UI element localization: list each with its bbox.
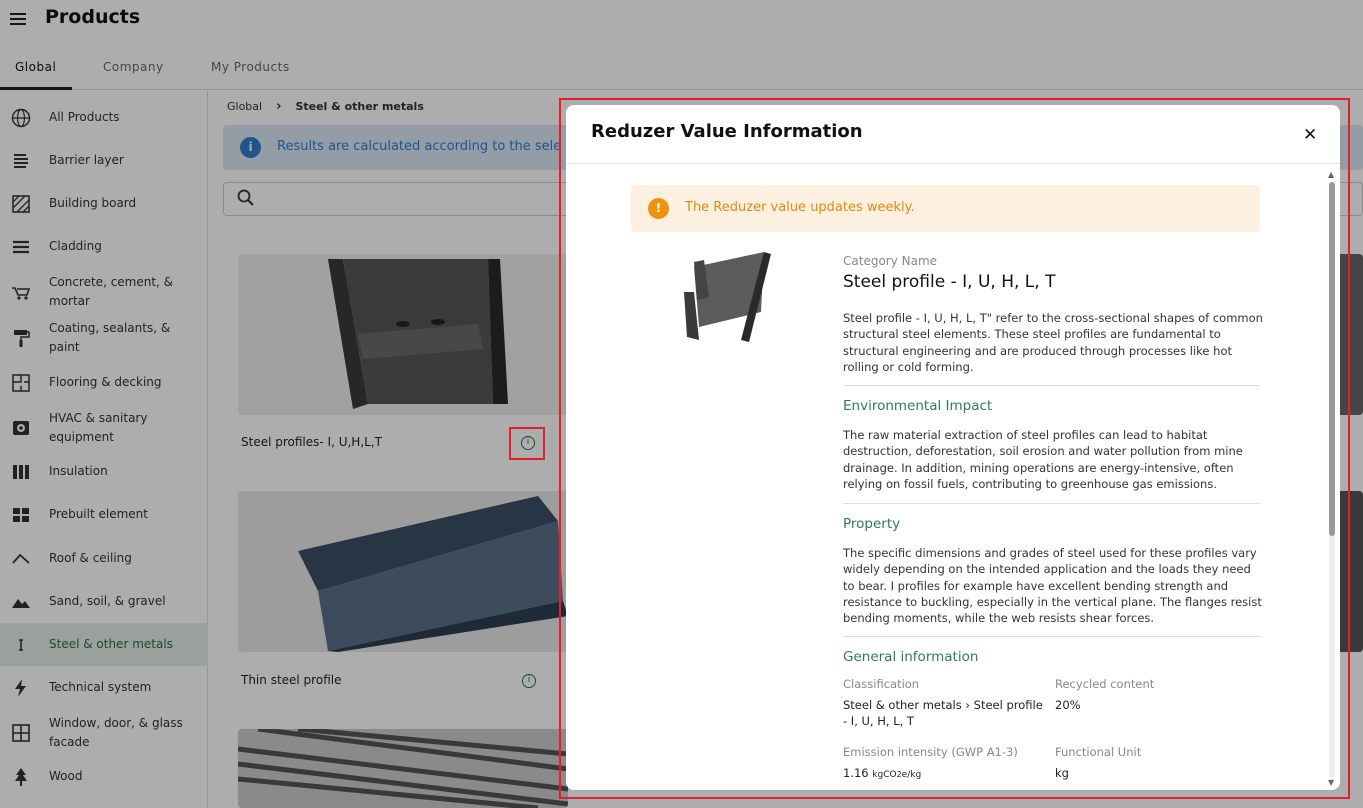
notice-text: The Reduzer value updates weekly. bbox=[685, 200, 915, 215]
category-description: Steel profile - I, U, H, L, T" refer to … bbox=[843, 311, 1263, 374]
functional-unit-label: Functional Unit bbox=[1055, 745, 1142, 759]
emission-intensity-value: 1.16 kgCO2e/kg bbox=[843, 766, 922, 780]
notice-banner: ! The Reduzer value updates weekly. bbox=[631, 185, 1260, 232]
classification-value: Steel & other metals › Steel profile - I… bbox=[843, 698, 1043, 728]
modal-divider bbox=[566, 163, 1340, 164]
close-icon[interactable]: ✕ bbox=[1303, 125, 1317, 145]
modal-title: Reduzer Value Information bbox=[591, 121, 863, 142]
reduzer-info-modal: Reduzer Value Information ✕ ! The Reduze… bbox=[566, 105, 1340, 790]
emission-intensity-label: Emission intensity (GWP A1-3) bbox=[843, 745, 1018, 759]
divider bbox=[843, 503, 1260, 504]
scroll-down-arrow-icon[interactable]: ▼ bbox=[1328, 778, 1334, 787]
property-text: The specific dimensions and grades of st… bbox=[843, 546, 1262, 626]
scrollbar-thumb[interactable] bbox=[1329, 182, 1335, 536]
category-label: Category Name bbox=[843, 254, 938, 268]
general-information-heading: General information bbox=[843, 649, 979, 665]
highlight-box-info-icon bbox=[509, 427, 545, 460]
category-name: Steel profile - I, U, H, L, T bbox=[843, 272, 1056, 292]
property-heading: Property bbox=[843, 516, 901, 532]
environmental-impact-heading: Environmental Impact bbox=[843, 398, 993, 414]
recycled-content-value: 20% bbox=[1055, 698, 1081, 712]
divider bbox=[843, 385, 1260, 386]
category-image bbox=[669, 252, 777, 344]
scroll-up-arrow-icon[interactable]: ▲ bbox=[1328, 170, 1334, 179]
classification-label: Classification bbox=[843, 677, 920, 691]
modal-scrollbar[interactable]: ▲ ▼ bbox=[1328, 170, 1335, 790]
divider bbox=[843, 636, 1260, 637]
recycled-content-label: Recycled content bbox=[1055, 677, 1155, 691]
functional-unit-value: kg bbox=[1055, 766, 1069, 780]
environmental-impact-text: The raw material extraction of steel pro… bbox=[843, 428, 1243, 491]
app: Products Global Company My Products All … bbox=[0, 0, 1363, 808]
warning-icon: ! bbox=[648, 198, 669, 219]
